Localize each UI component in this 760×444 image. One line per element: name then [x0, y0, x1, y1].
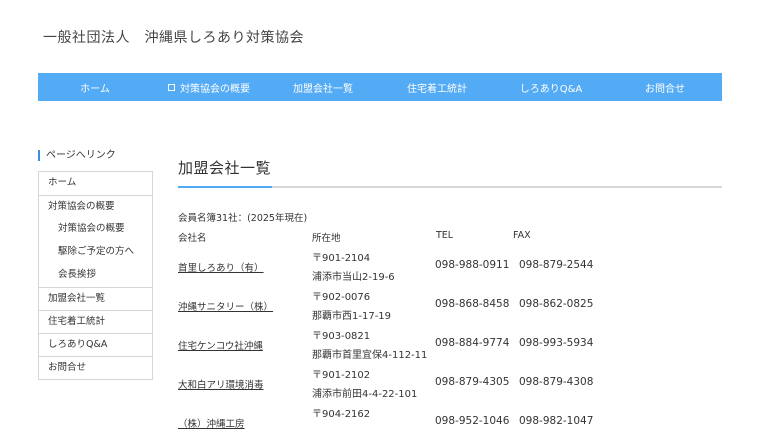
address: 浦添市当山2-19-6 [312, 272, 395, 283]
nav-home-label: ホーム [80, 83, 110, 95]
sidebar-subitem-about[interactable]: 対策協会の概要 [39, 218, 152, 241]
tel-number: 098-868-8458 [435, 298, 510, 310]
address: 那覇市首里宜保4-112-11 [312, 350, 428, 361]
fax-number: 098-879-4308 [519, 376, 594, 388]
company-link[interactable]: 大和白アリ環境消毒 [178, 377, 264, 391]
tel-number: 098-879-4305 [435, 376, 510, 388]
column-header-name: 会社名 [178, 233, 207, 244]
table-row: 沖縄サニタリー（株） 〒902-0076 那覇市西1-17-19 098-868… [0, 288, 760, 327]
nav-qa[interactable]: しろありQ&A [494, 73, 608, 101]
nav-about-label: 対策協会の概要 [180, 83, 250, 95]
address: 那覇市西1-17-19 [312, 311, 392, 322]
nav-qa-label: しろありQ&A [519, 83, 583, 95]
postal-code: 〒901-2102 [312, 370, 371, 381]
fax-number: 098-982-1047 [519, 415, 594, 427]
nav-home[interactable]: ホーム [38, 73, 152, 101]
fax-number: 098-879-2544 [519, 259, 594, 271]
nav-contact-label: お問合せ [645, 83, 685, 95]
postal-code: 〒902-0076 [312, 292, 371, 303]
nav-housing-stats-label: 住宅着工統計 [407, 83, 467, 95]
table-row: 首里しろあり（有） 〒901-2104 浦添市当山2-19-6 098-988-… [0, 249, 760, 288]
company-link[interactable]: 沖縄サニタリー（株） [178, 299, 273, 313]
company-link[interactable]: （株）沖縄工房 [178, 416, 245, 430]
company-link[interactable]: 住宅ケンコウ社沖縄 [178, 338, 263, 352]
column-header-tel: TEL [436, 230, 454, 241]
nav-members-label: 加盟会社一覧 [293, 83, 353, 95]
fax-number: 098-993-5934 [519, 337, 594, 349]
nav-housing-stats[interactable]: 住宅着工統計 [380, 73, 494, 101]
tel-number: 098-884-9774 [435, 337, 510, 349]
fax-number: 098-862-0825 [519, 298, 594, 310]
nav-members[interactable]: 加盟会社一覧 [266, 73, 380, 101]
square-icon [168, 83, 175, 91]
address: 浦添市前田4-4-22-101 [312, 389, 418, 400]
postal-code: 〒904-2162 [312, 409, 371, 420]
member-count-note: 会員名簿31社：(2025年現在) [178, 213, 308, 224]
company-link[interactable]: 首里しろあり（有） [178, 260, 264, 274]
global-nav: ホーム 対策協会の概要 加盟会社一覧 住宅着工統計 しろありQ&A お問合せ [38, 73, 722, 101]
column-header-address: 所在地 [312, 233, 341, 244]
sidebar-heading: ページへリンク [38, 150, 116, 161]
table-row: 住宅ケンコウ社沖縄 〒903-0821 那覇市首里宜保4-112-11 098-… [0, 327, 760, 366]
page-title: 加盟会社一覧 [178, 159, 272, 177]
tel-number: 098-952-1046 [435, 415, 510, 427]
table-row: （株）沖縄工房 〒904-2162 098-952-1046 098-982-1… [0, 405, 760, 444]
nav-about[interactable]: 対策協会の概要 [152, 73, 266, 101]
sidebar-item-about[interactable]: 対策協会の概要 [39, 195, 152, 218]
postal-code: 〒903-0821 [312, 331, 371, 342]
column-header-fax: FAX [513, 230, 531, 241]
nav-contact[interactable]: お問合せ [608, 73, 722, 101]
tel-number: 098-988-0911 [435, 259, 510, 271]
sidebar-item-home[interactable]: ホーム [39, 172, 152, 195]
postal-code: 〒901-2104 [312, 253, 371, 264]
table-row: 大和白アリ環境消毒 〒901-2102 浦添市前田4-4-22-101 098-… [0, 366, 760, 405]
site-title: 一般社団法人 沖縄県しろあり対策協会 [43, 30, 304, 46]
heading-accent [178, 186, 272, 188]
